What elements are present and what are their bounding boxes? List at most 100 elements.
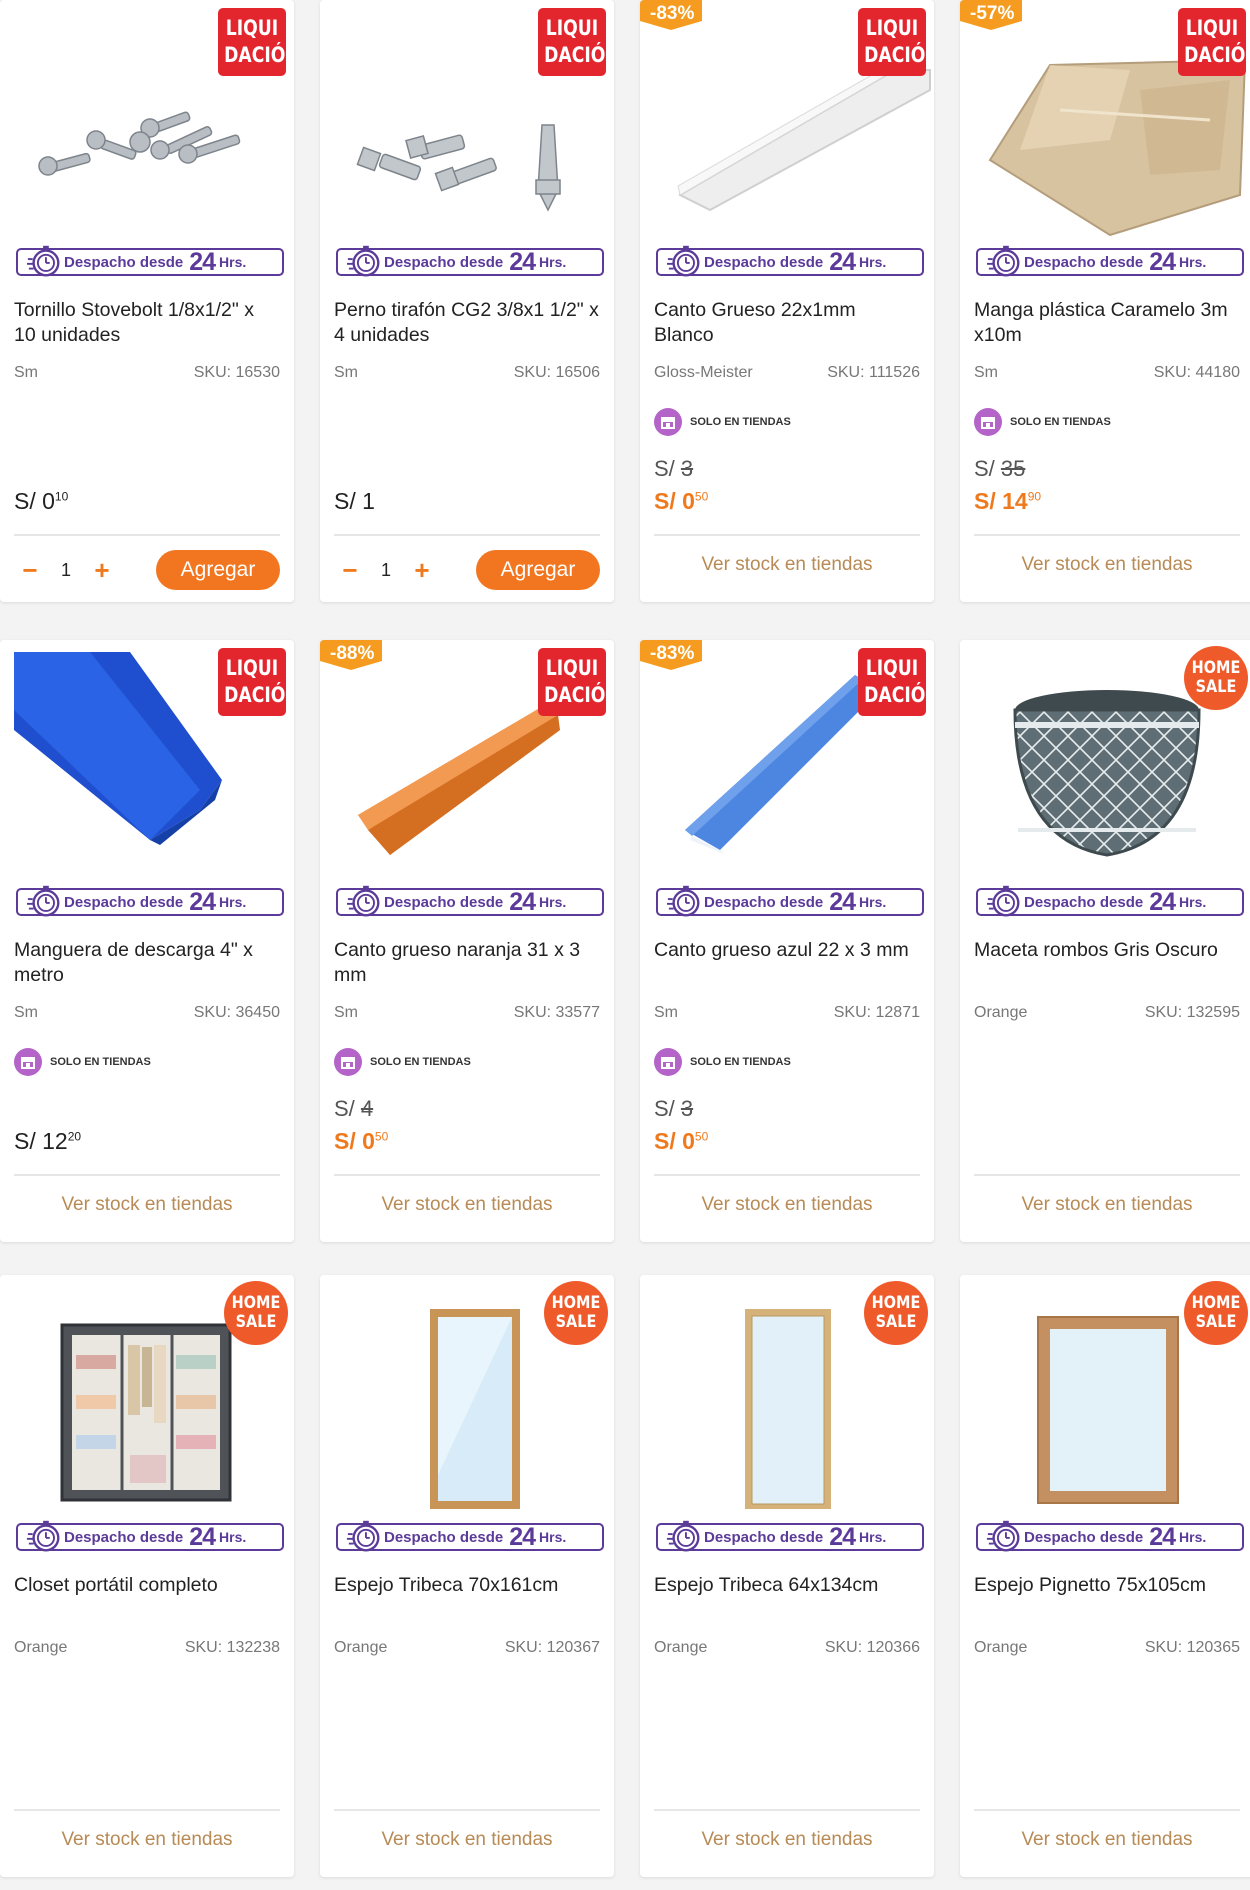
card-divider — [654, 1174, 920, 1176]
despacho-badge: Despacho desde 24 Hrs. — [656, 885, 924, 917]
card-divider — [974, 534, 1240, 536]
stopwatch-icon — [986, 245, 1020, 277]
ver-stock-link[interactable]: Ver stock en tiendas — [0, 1829, 294, 1851]
product-brand: Orange — [334, 1639, 388, 1656]
old-price: S/ 3 — [654, 456, 693, 482]
add-to-cart-button[interactable]: Agregar — [156, 550, 280, 590]
ver-stock-link[interactable]: Ver stock en tiendas — [960, 1194, 1250, 1216]
price-int: S/ 1 — [334, 488, 375, 514]
card-divider — [334, 1809, 600, 1811]
price-dec: 10 — [54, 489, 69, 504]
ver-stock-link[interactable]: Ver stock en tiendas — [0, 1194, 294, 1216]
ver-stock-link[interactable]: Ver stock en tiendas — [640, 554, 934, 576]
product-name[interactable]: Tornillo Stovebolt 1/8x1/2" x 10 unidade… — [14, 298, 280, 348]
price-int: S/ 0 — [14, 488, 55, 514]
product-name[interactable]: Closet portátil completo — [14, 1573, 280, 1598]
add-to-cart-button[interactable]: Agregar — [476, 550, 600, 590]
store-icon — [974, 408, 1002, 436]
product-name[interactable]: Manga plástica Caramelo 3m x10m — [974, 298, 1240, 348]
product-name[interactable]: Canto grueso azul 22 x 3 mm — [654, 938, 920, 963]
stopwatch-icon — [666, 885, 700, 917]
home-sale-top: HOME — [1191, 1293, 1241, 1313]
ver-stock-link[interactable]: Ver stock en tiendas — [960, 554, 1250, 576]
liquidacion-badge: LIQUI DACIÓN — [1178, 8, 1250, 76]
price-dec: 90 — [1027, 489, 1042, 504]
ver-stock-link[interactable]: Ver stock en tiendas — [960, 1829, 1250, 1851]
liquidacion-bottom: DACIÓN — [224, 683, 294, 707]
product-name[interactable]: Espejo Tribeca 64x134cm — [654, 1573, 920, 1598]
increase-qty-button[interactable]: + — [406, 555, 438, 586]
ver-stock-link[interactable]: Ver stock en tiendas — [640, 1829, 934, 1851]
product-card-6[interactable]: Despacho desde 24 Hrs. Canto grueso nara… — [320, 640, 614, 1242]
product-brand: Orange — [974, 1004, 1028, 1021]
liquidacion-bottom: DACIÓN — [1184, 43, 1250, 67]
solo-label: SOLO EN TIENDAS — [50, 1056, 151, 1068]
home-sale-badge: HOME SALE — [544, 1281, 608, 1345]
product-card-5[interactable]: Despacho desde 24 Hrs. Manguera de desca… — [0, 640, 294, 1242]
product-card-1[interactable]: Despacho desde 24 Hrs. Tornillo Stovebol… — [0, 0, 294, 602]
quantity-stepper: −1 + Agregar — [334, 550, 600, 590]
despacho-badge: Despacho desde 24 Hrs. — [656, 245, 924, 277]
product-name[interactable]: Manguera de descarga 4" x metro — [14, 938, 280, 988]
card-divider — [334, 534, 600, 536]
product-grid: Despacho desde 24 Hrs. Tornillo Stovebol… — [0, 0, 1250, 1890]
product-brand: Orange — [654, 1639, 708, 1656]
product-sku: SKU: 16506 — [513, 364, 600, 381]
old-price-currency: S/ — [654, 1096, 681, 1121]
stopwatch-icon — [26, 245, 60, 277]
price-dec: 50 — [694, 1129, 709, 1144]
product-name[interactable]: Canto Grueso 22x1mm Blanco — [654, 298, 920, 348]
product-card-7[interactable]: Despacho desde 24 Hrs. Canto grueso azul… — [640, 640, 934, 1242]
product-brand: Sm — [14, 1004, 38, 1021]
old-price-value: 3 — [680, 456, 694, 481]
increase-qty-button[interactable]: + — [86, 555, 118, 586]
product-name[interactable]: Espejo Pignetto 75x105cm — [974, 1573, 1240, 1598]
product-name[interactable]: Espejo Tribeca 70x161cm — [334, 1573, 600, 1598]
product-sku: SKU: 120367 — [504, 1639, 600, 1656]
product-card-12[interactable]: Despacho desde 24 Hrs. Espejo Pignetto 7… — [960, 1275, 1250, 1877]
ver-stock-link[interactable]: Ver stock en tiendas — [320, 1194, 614, 1216]
product-sku: SKU: 44180 — [1153, 364, 1240, 381]
store-icon — [654, 1048, 682, 1076]
liquidacion-top: LIQUI — [1185, 16, 1239, 40]
despacho-hours: 24 — [829, 1522, 856, 1551]
decrease-qty-button[interactable]: − — [14, 555, 46, 586]
despacho-hours: 24 — [189, 887, 216, 916]
ver-stock-link[interactable]: Ver stock en tiendas — [640, 1194, 934, 1216]
price-int: S/ 12 — [14, 1128, 68, 1154]
solo-en-tiendas-tag: SOLO EN TIENDAS — [334, 1048, 471, 1076]
product-card-4[interactable]: Despacho desde 24 Hrs. Manga plástica Ca… — [960, 0, 1250, 602]
despacho-label: Despacho desde — [384, 893, 504, 911]
product-brand: Sm — [654, 1004, 678, 1021]
product-name[interactable]: Perno tirafón CG2 3/8x1 1/2" x 4 unidade… — [334, 298, 600, 348]
solo-en-tiendas-tag: SOLO EN TIENDAS — [974, 408, 1111, 436]
quantity-value[interactable]: 1 — [46, 560, 86, 581]
product-name[interactable]: Canto grueso naranja 31 x 3 mm — [334, 938, 600, 988]
despacho-label: Despacho desde — [704, 1528, 824, 1546]
ver-stock-link[interactable]: Ver stock en tiendas — [320, 1829, 614, 1851]
product-card-8[interactable]: Despacho desde 24 Hrs. Maceta rombos Gri… — [960, 640, 1250, 1242]
price-dec: 20 — [67, 1129, 82, 1144]
decrease-qty-button[interactable]: − — [334, 555, 366, 586]
solo-label: SOLO EN TIENDAS — [690, 1056, 791, 1068]
price-dec: 50 — [694, 489, 709, 504]
product-card-9[interactable]: Despacho desde 24 Hrs. Closet portátil c… — [0, 1275, 294, 1877]
home-sale-badge: HOME SALE — [1184, 646, 1248, 710]
stopwatch-icon — [26, 885, 60, 917]
quantity-stepper: −1 + Agregar — [14, 550, 280, 590]
home-sale-bottom: SALE — [1195, 677, 1237, 697]
despacho-hrs: Hrs. — [539, 1529, 567, 1545]
product-card-11[interactable]: Despacho desde 24 Hrs. Espejo Tribeca 64… — [640, 1275, 934, 1877]
stopwatch-icon — [346, 1520, 380, 1552]
despacho-hours: 24 — [1149, 247, 1176, 276]
product-sku: SKU: 36450 — [193, 1004, 280, 1021]
product-card-2[interactable]: Despacho desde 24 Hrs. Perno tirafón CG2… — [320, 0, 614, 602]
despacho-hrs: Hrs. — [539, 254, 567, 270]
product-card-3[interactable]: Despacho desde 24 Hrs. Canto Grueso 22x1… — [640, 0, 934, 602]
liquidacion-badge: LIQUI DACIÓN — [858, 648, 934, 716]
quantity-value[interactable]: 1 — [366, 560, 406, 581]
despacho-hours: 24 — [1149, 887, 1176, 916]
home-sale-top: HOME — [231, 1293, 281, 1313]
product-name[interactable]: Maceta rombos Gris Oscuro — [974, 938, 1240, 963]
product-card-10[interactable]: Despacho desde 24 Hrs. Espejo Tribeca 70… — [320, 1275, 614, 1877]
